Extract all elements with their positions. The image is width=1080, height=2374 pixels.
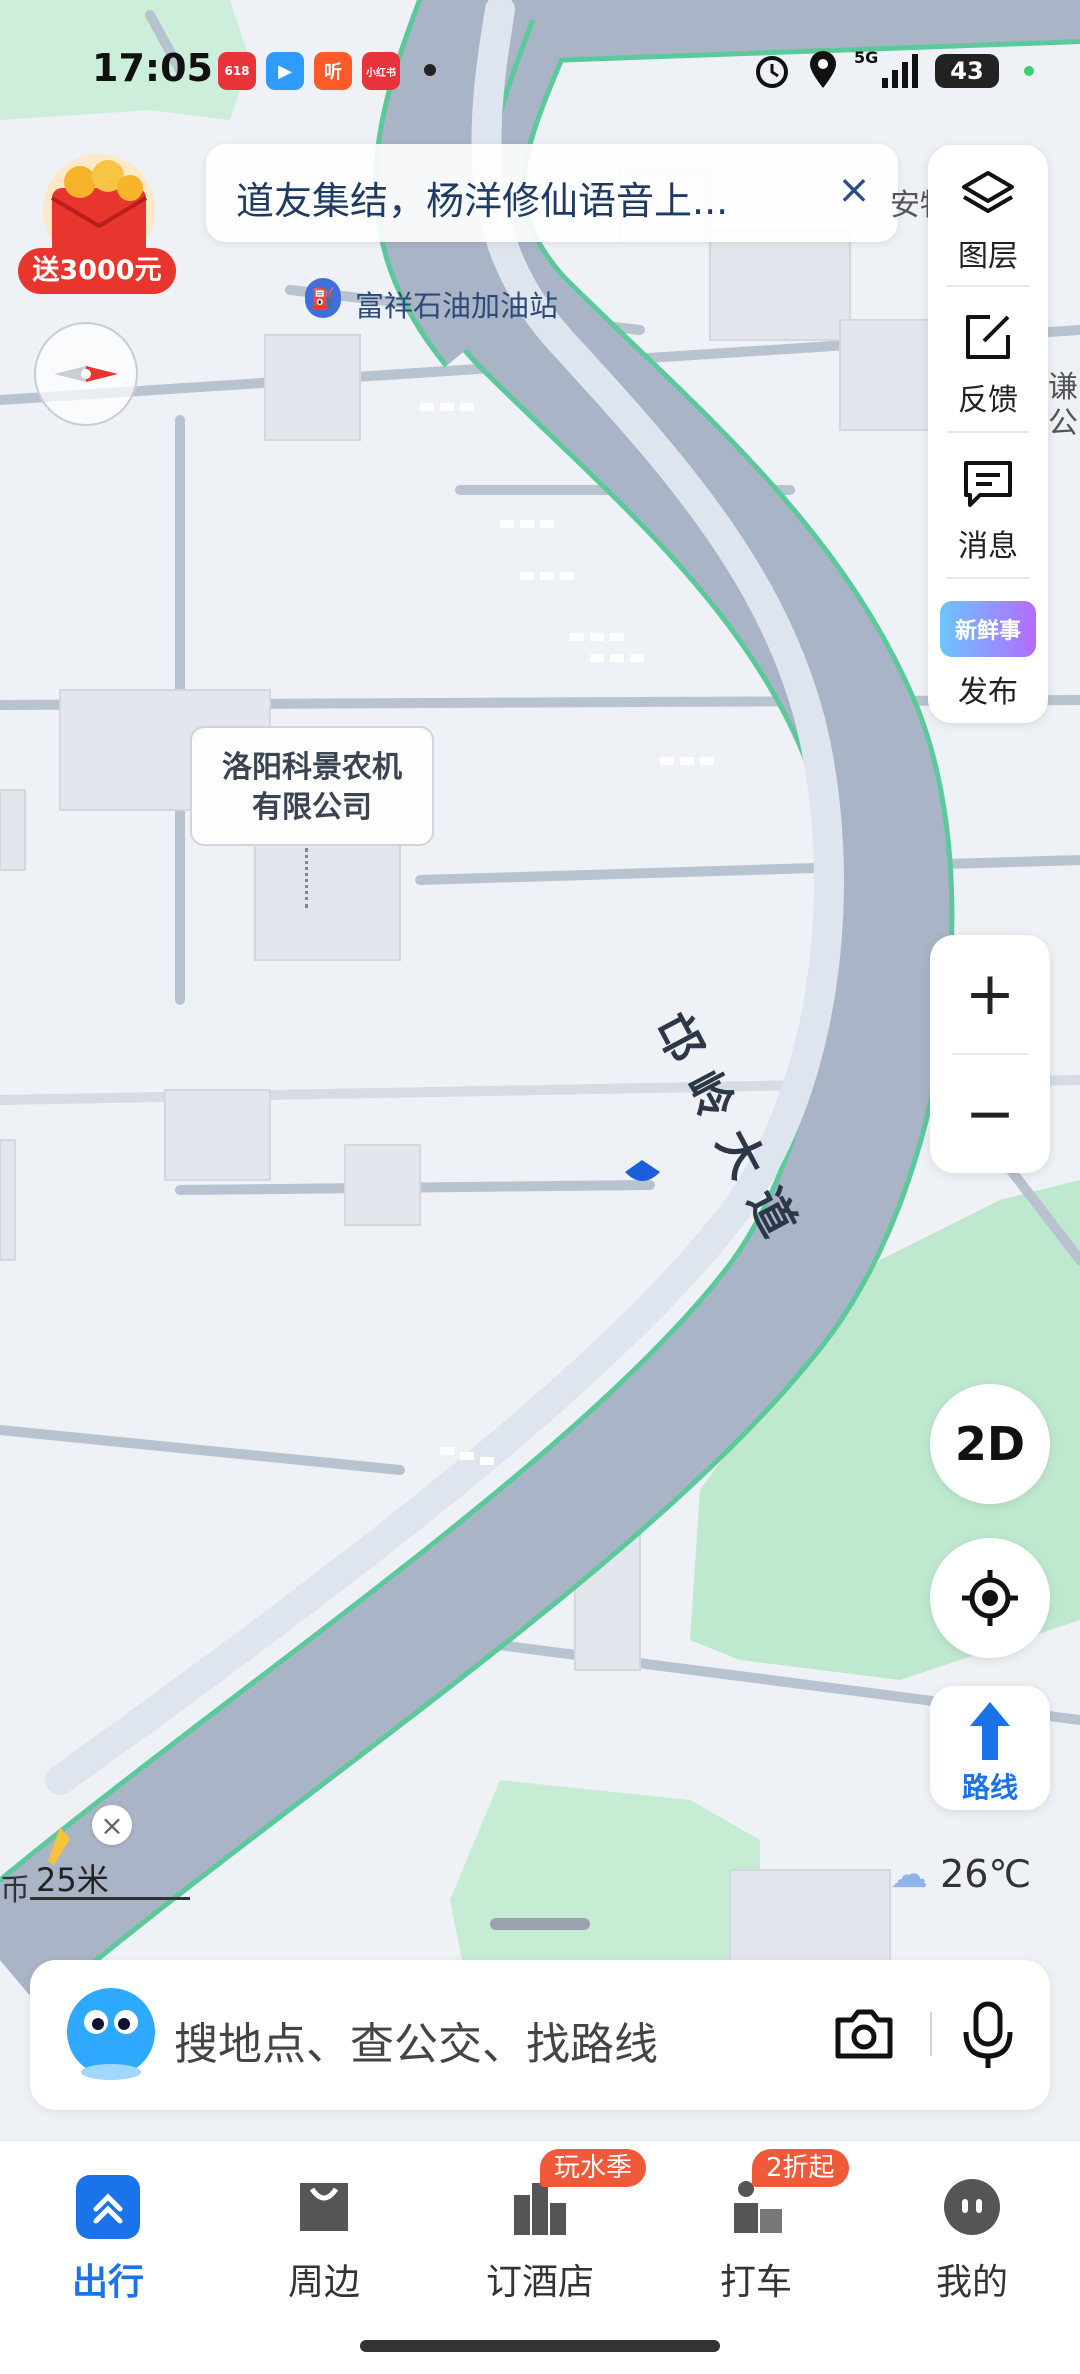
layers-button[interactable]: 图层 [928, 145, 1048, 283]
home-indicator[interactable] [360, 2340, 720, 2352]
map-scale: 币 × 25米 [0, 1805, 210, 1908]
scale-value: 25米 [36, 1861, 109, 1899]
location-status-icon [810, 51, 836, 88]
tab-taxi[interactable]: 2折起 打车 [648, 2141, 864, 2341]
hotel-badge: 玩水季 [540, 2149, 647, 2187]
travel-icon [76, 2175, 140, 2239]
search-placeholder[interactable]: 搜地点、查公交、找路线 [174, 2008, 658, 2072]
map-toolbar: 图层 反馈 消息 新鲜事 发布 [928, 145, 1048, 723]
temperature: 26℃ [940, 1852, 1032, 1896]
promo-label[interactable]: 送3000元 [18, 248, 176, 294]
nearby-icon [300, 2183, 348, 2231]
taxi-badge: 2折起 [752, 2149, 849, 2187]
search-divider [930, 2012, 932, 2056]
gas-station-icon[interactable]: ⛽ [305, 278, 341, 318]
assistant-avatar-icon[interactable] [62, 1984, 160, 2084]
edge-coin-text: 币 [0, 1873, 30, 1908]
route-button[interactable]: 路线 [930, 1686, 1050, 1810]
company-label-line2: 有限公司 [252, 790, 372, 825]
signal-icon [882, 54, 918, 88]
publish-icon: 新鲜事 [940, 601, 1036, 657]
tab-travel-label: 出行 [71, 2262, 144, 2303]
tab-hotel[interactable]: 玩水季 订酒店 [432, 2141, 648, 2341]
compass-button[interactable] [34, 322, 138, 426]
edge-label-right: 谦 公 [1048, 370, 1078, 441]
zoom-controls: + − [930, 935, 1050, 1173]
feedback-icon [966, 315, 1010, 359]
more-dot-icon [424, 64, 436, 76]
alarm-icon [756, 56, 788, 88]
network-type: 5G [854, 48, 879, 67]
profile-icon [944, 2179, 1000, 2235]
toolbar-divider [946, 431, 1030, 433]
view-mode-button[interactable]: 2D [930, 1384, 1050, 1504]
status-bar: 17:05 618 ▶ 听 小红书 5G 43 [0, 0, 1080, 140]
tab-nearby[interactable]: 周边 [216, 2141, 432, 2341]
tab-travel[interactable]: 出行 [0, 2141, 216, 2341]
zoom-out-button[interactable]: − [930, 1055, 1050, 1173]
app-icon-1: 618 [218, 52, 256, 90]
publish-label: 发布 [958, 675, 1018, 710]
publish-button[interactable]: 新鲜事 发布 [928, 581, 1048, 719]
microphone-icon[interactable] [960, 2000, 1016, 2070]
weather-widget[interactable]: ☁ 26℃ [890, 1852, 1031, 1896]
company-label[interactable]: 洛阳科景农机 有限公司 [190, 726, 434, 846]
tab-profile-label: 我的 [935, 2262, 1008, 2303]
layers-icon [962, 171, 1014, 213]
message-button[interactable]: 消息 [928, 435, 1048, 573]
notice-banner[interactable]: 道友集结，杨洋修仙语音上... × [206, 144, 898, 242]
privacy-dot-icon [1024, 66, 1034, 76]
tab-taxi-label: 打车 [719, 2262, 792, 2303]
gas-station-label[interactable]: 富祥石油加油站 [355, 283, 558, 325]
feedback-label: 反馈 [958, 383, 1018, 418]
locate-icon [962, 1570, 1018, 1626]
status-time: 17:05 [92, 46, 213, 90]
app-icon-3: 听 [314, 52, 352, 90]
camera-icon[interactable] [832, 2004, 896, 2064]
view-mode-label: 2D [954, 1417, 1026, 1471]
toolbar-divider [946, 577, 1030, 579]
app-icon-4: 小红书 [362, 52, 400, 90]
notice-text: 道友集结，杨洋修仙语音上... [236, 179, 729, 223]
scale-bar [30, 1897, 190, 1900]
tab-profile[interactable]: 我的 [864, 2141, 1080, 2341]
layers-label: 图层 [958, 239, 1018, 274]
message-label: 消息 [958, 529, 1018, 564]
battery-icon: 43 [935, 54, 999, 88]
close-icon[interactable]: × [826, 162, 882, 218]
zoom-in-button[interactable]: + [930, 935, 1050, 1053]
toolbar-divider [946, 285, 1030, 287]
company-label-line1: 洛阳科景农机 [222, 750, 402, 785]
cloud-icon: ☁ [890, 1852, 928, 1896]
app-icon-2: ▶ [266, 52, 304, 90]
route-label: 路线 [961, 1771, 1018, 1804]
compass-icon [54, 366, 118, 382]
search-bar[interactable]: 搜地点、查公交、找路线 [30, 1960, 1050, 2110]
bottom-tab-bar: 出行 周边 玩水季 订酒店 2折起 打车 我的 [0, 2140, 1080, 2374]
route-arrow-icon [970, 1702, 1010, 1760]
tab-hotel-label: 订酒店 [485, 2262, 594, 2303]
sheet-grabber[interactable] [490, 1918, 590, 1930]
feedback-button[interactable]: 反馈 [928, 289, 1048, 427]
scale-close-icon[interactable]: × [92, 1805, 132, 1845]
poi-pointer [305, 848, 311, 908]
message-icon [964, 461, 1012, 507]
tab-nearby-label: 周边 [287, 2262, 360, 2303]
locate-button[interactable] [930, 1538, 1050, 1658]
